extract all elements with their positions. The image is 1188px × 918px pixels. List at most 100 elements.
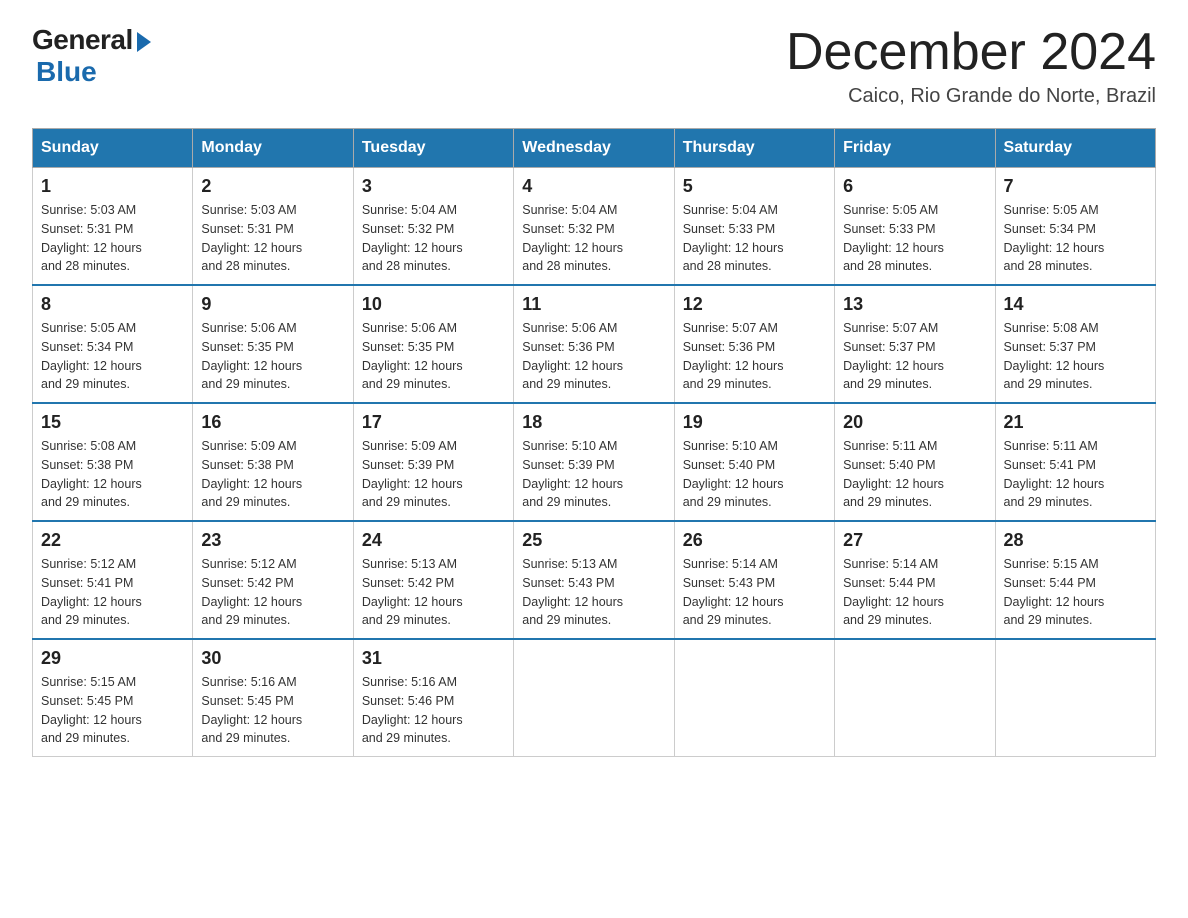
day-info: Sunrise: 5:13 AMSunset: 5:42 PMDaylight:… [362,555,505,630]
day-info: Sunrise: 5:15 AMSunset: 5:44 PMDaylight:… [1004,555,1147,630]
table-row: 4 Sunrise: 5:04 AMSunset: 5:32 PMDaylight… [514,168,674,286]
calendar-week-1: 1 Sunrise: 5:03 AMSunset: 5:31 PMDaylight… [33,168,1156,286]
day-number: 10 [362,294,505,315]
day-number: 18 [522,412,665,433]
day-info: Sunrise: 5:04 AMSunset: 5:33 PMDaylight:… [683,201,826,276]
day-info: Sunrise: 5:12 AMSunset: 5:41 PMDaylight:… [41,555,184,630]
day-info: Sunrise: 5:16 AMSunset: 5:45 PMDaylight:… [201,673,344,748]
table-row [995,639,1155,757]
day-number: 8 [41,294,184,315]
day-info: Sunrise: 5:04 AMSunset: 5:32 PMDaylight:… [362,201,505,276]
day-number: 15 [41,412,184,433]
main-title: December 2024 [786,24,1156,81]
header-wednesday: Wednesday [514,129,674,168]
table-row: 6Sunrise: 5:05 AMSunset: 5:33 PMDaylight… [835,168,995,286]
day-info: Sunrise: 5:10 AMSunset: 5:40 PMDaylight:… [683,437,826,512]
day-number: 7 [1004,176,1147,197]
table-row: 8 Sunrise: 5:05 AMSunset: 5:34 PMDaylight… [33,285,193,403]
day-info: Sunrise: 5:05 AMSunset: 5:33 PMDaylight:… [843,201,986,276]
day-number: 4 [522,176,665,197]
day-info: Sunrise: 5:05 AMSunset: 5:34 PMDaylight:… [1004,201,1147,276]
day-info: Sunrise: 5:07 AMSunset: 5:36 PMDaylight:… [683,319,826,394]
day-info: Sunrise: 5:09 AMSunset: 5:39 PMDaylight:… [362,437,505,512]
day-number: 22 [41,530,184,551]
table-row: 26 Sunrise: 5:14 AMSunset: 5:43 PMDayligh… [674,521,834,639]
day-info: Sunrise: 5:08 AMSunset: 5:37 PMDaylight:… [1004,319,1147,394]
table-row [514,639,674,757]
calendar-week-5: 29 Sunrise: 5:15 AMSunset: 5:45 PMDayligh… [33,639,1156,757]
day-number: 23 [201,530,344,551]
day-info: Sunrise: 5:10 AMSunset: 5:39 PMDaylight:… [522,437,665,512]
calendar-week-2: 8 Sunrise: 5:05 AMSunset: 5:34 PMDaylight… [33,285,1156,403]
table-row: 10 Sunrise: 5:06 AMSunset: 5:35 PMDayligh… [353,285,513,403]
day-number: 3 [362,176,505,197]
day-number: 2 [201,176,344,197]
table-row: 2 Sunrise: 5:03 AMSunset: 5:31 PMDaylight… [193,168,353,286]
table-row: 15 Sunrise: 5:08 AMSunset: 5:38 PMDayligh… [33,403,193,521]
day-info: Sunrise: 5:03 AMSunset: 5:31 PMDaylight:… [41,201,184,276]
logo-arrow-icon [137,32,151,52]
table-row: 27 Sunrise: 5:14 AMSunset: 5:44 PMDayligh… [835,521,995,639]
day-info: Sunrise: 5:16 AMSunset: 5:46 PMDaylight:… [362,673,505,748]
day-number: 20 [843,412,986,433]
logo-general-text: General [32,24,133,56]
table-row: 7 Sunrise: 5:05 AMSunset: 5:34 PMDaylight… [995,168,1155,286]
table-row: 14 Sunrise: 5:08 AMSunset: 5:37 PMDayligh… [995,285,1155,403]
day-number: 24 [362,530,505,551]
header-sunday: Sunday [33,129,193,168]
day-number: 14 [1004,294,1147,315]
day-number: 13 [843,294,986,315]
day-info: Sunrise: 5:06 AMSunset: 5:35 PMDaylight:… [362,319,505,394]
table-row: 16Sunrise: 5:09 AMSunset: 5:38 PMDayligh… [193,403,353,521]
day-number: 31 [362,648,505,669]
day-info: Sunrise: 5:09 AMSunset: 5:38 PMDaylight:… [201,437,344,512]
table-row: 25 Sunrise: 5:13 AMSunset: 5:43 PMDayligh… [514,521,674,639]
table-row: 20 Sunrise: 5:11 AMSunset: 5:40 PMDayligh… [835,403,995,521]
day-number: 17 [362,412,505,433]
day-info: Sunrise: 5:03 AMSunset: 5:31 PMDaylight:… [201,201,344,276]
table-row: 18 Sunrise: 5:10 AMSunset: 5:39 PMDayligh… [514,403,674,521]
header-saturday: Saturday [995,129,1155,168]
calendar-week-3: 15 Sunrise: 5:08 AMSunset: 5:38 PMDayligh… [33,403,1156,521]
header-thursday: Thursday [674,129,834,168]
day-info: Sunrise: 5:14 AMSunset: 5:44 PMDaylight:… [843,555,986,630]
day-info: Sunrise: 5:13 AMSunset: 5:43 PMDaylight:… [522,555,665,630]
day-number: 27 [843,530,986,551]
day-number: 26 [683,530,826,551]
day-info: Sunrise: 5:06 AMSunset: 5:35 PMDaylight:… [201,319,344,394]
day-info: Sunrise: 5:08 AMSunset: 5:38 PMDaylight:… [41,437,184,512]
day-number: 29 [41,648,184,669]
day-info: Sunrise: 5:06 AMSunset: 5:36 PMDaylight:… [522,319,665,394]
day-info: Sunrise: 5:11 AMSunset: 5:41 PMDaylight:… [1004,437,1147,512]
day-number: 11 [522,294,665,315]
header-tuesday: Tuesday [353,129,513,168]
table-row [835,639,995,757]
logo: General Blue [32,24,151,88]
day-number: 12 [683,294,826,315]
day-number: 5 [683,176,826,197]
day-info: Sunrise: 5:05 AMSunset: 5:34 PMDaylight:… [41,319,184,394]
table-row: 24 Sunrise: 5:13 AMSunset: 5:42 PMDayligh… [353,521,513,639]
table-row: 28 Sunrise: 5:15 AMSunset: 5:44 PMDayligh… [995,521,1155,639]
table-row: 23 Sunrise: 5:12 AMSunset: 5:42 PMDayligh… [193,521,353,639]
header-friday: Friday [835,129,995,168]
day-number: 30 [201,648,344,669]
table-row: 13 Sunrise: 5:07 AMSunset: 5:37 PMDayligh… [835,285,995,403]
logo-blue-text: Blue [36,56,97,88]
day-info: Sunrise: 5:11 AMSunset: 5:40 PMDaylight:… [843,437,986,512]
day-info: Sunrise: 5:12 AMSunset: 5:42 PMDaylight:… [201,555,344,630]
day-number: 28 [1004,530,1147,551]
header-monday: Monday [193,129,353,168]
table-row: 12 Sunrise: 5:07 AMSunset: 5:36 PMDayligh… [674,285,834,403]
day-info: Sunrise: 5:14 AMSunset: 5:43 PMDaylight:… [683,555,826,630]
day-number: 21 [1004,412,1147,433]
day-info: Sunrise: 5:15 AMSunset: 5:45 PMDaylight:… [41,673,184,748]
table-row: 9Sunrise: 5:06 AMSunset: 5:35 PMDaylight… [193,285,353,403]
table-row: 31 Sunrise: 5:16 AMSunset: 5:46 PMDayligh… [353,639,513,757]
day-number: 25 [522,530,665,551]
day-info: Sunrise: 5:07 AMSunset: 5:37 PMDaylight:… [843,319,986,394]
day-info: Sunrise: 5:04 AMSunset: 5:32 PMDaylight:… [522,201,665,276]
table-row: 3 Sunrise: 5:04 AMSunset: 5:32 PMDaylight… [353,168,513,286]
table-row: 17 Sunrise: 5:09 AMSunset: 5:39 PMDayligh… [353,403,513,521]
day-number: 1 [41,176,184,197]
